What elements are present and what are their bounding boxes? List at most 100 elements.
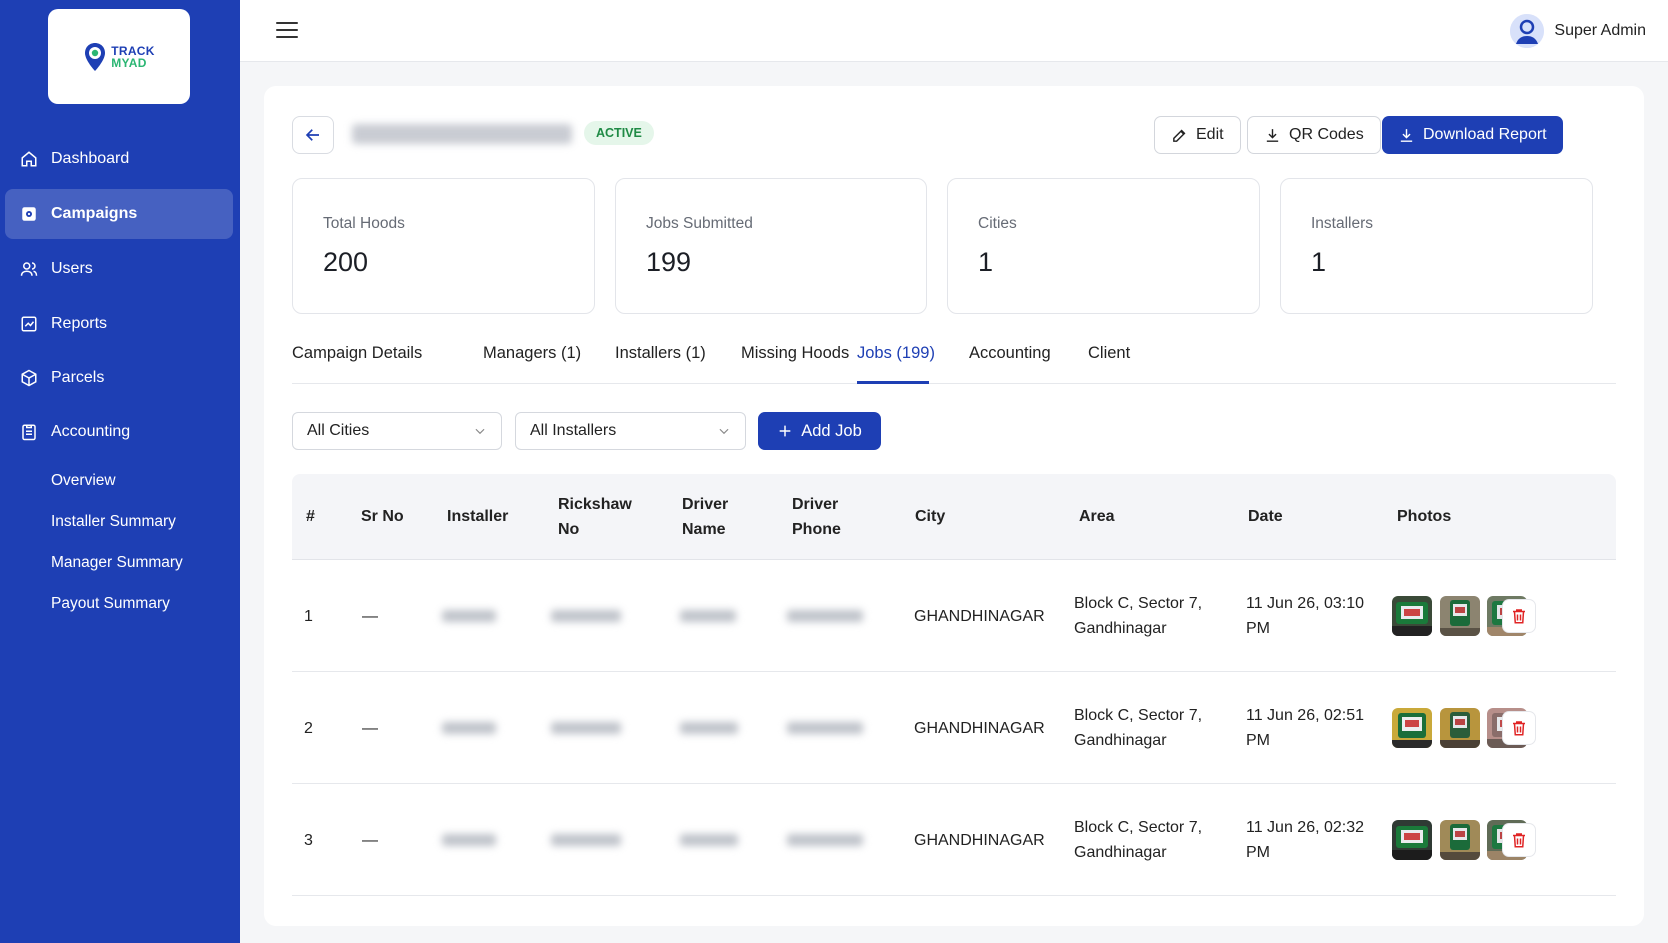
location-pin-icon xyxy=(85,42,106,71)
driver-phone-redacted xyxy=(787,610,863,622)
home-icon xyxy=(19,149,39,169)
user-menu[interactable]: Super Admin xyxy=(1510,14,1646,48)
edit-label: Edit xyxy=(1196,126,1224,143)
row-area-line2: Gandhinagar xyxy=(1074,620,1167,637)
photo-thumbnail[interactable] xyxy=(1440,820,1480,860)
row-city: GHANDHINAGAR xyxy=(914,832,1045,849)
tab-client[interactable]: Client xyxy=(1088,344,1130,363)
subnav-overview[interactable]: Overview xyxy=(51,472,116,490)
sidebar-item-users[interactable]: Users xyxy=(5,244,233,294)
photo-thumbnail[interactable] xyxy=(1440,708,1480,748)
city-filter-value: All Cities xyxy=(307,422,370,439)
campaign-title-redacted xyxy=(352,124,572,144)
sidebar-item-campaigns[interactable]: Campaigns xyxy=(5,189,233,239)
subnav-manager-summary[interactable]: Manager Summary xyxy=(51,554,183,572)
sidebar-item-label: Accounting xyxy=(51,423,131,440)
col-driver-name: Driver Name xyxy=(682,492,728,542)
stat-value: 1 xyxy=(1311,247,1327,277)
rickshaw-no-redacted xyxy=(551,722,621,734)
sidebar: TRACK MYAD Dashboard Campaigns Users Rep… xyxy=(0,0,240,943)
col-driver-phone: Driver Phone xyxy=(792,492,841,542)
menu-icon[interactable] xyxy=(276,22,298,40)
row-area-line2: Gandhinagar xyxy=(1074,844,1167,861)
tab-campaign-details[interactable]: Campaign Details xyxy=(292,344,422,363)
row-area-line1: Block C, Sector 7, xyxy=(1074,819,1203,836)
col-driver-phone-line2: Phone xyxy=(792,521,841,538)
driver-name-redacted xyxy=(680,834,738,846)
stat-label: Total Hoods xyxy=(323,215,405,232)
stat-cities: Cities 1 xyxy=(947,178,1260,314)
sidebar-item-label: Parcels xyxy=(51,369,105,386)
edit-button[interactable]: Edit xyxy=(1154,116,1241,154)
stat-label: Installers xyxy=(1311,215,1374,232)
topbar: Super Admin xyxy=(240,0,1668,62)
qr-codes-label: QR Codes xyxy=(1289,126,1364,143)
tab-installers[interactable]: Installers (1) xyxy=(615,344,706,363)
delete-button[interactable] xyxy=(1502,711,1536,745)
subnav-payout-summary[interactable]: Payout Summary xyxy=(51,595,170,613)
tab-bar: Campaign Details Managers (1) Installers… xyxy=(292,338,1616,384)
delete-button[interactable] xyxy=(1502,823,1536,857)
tab-managers[interactable]: Managers (1) xyxy=(483,344,581,363)
sidebar-item-dashboard[interactable]: Dashboard xyxy=(5,134,233,184)
add-job-label: Add Job xyxy=(801,421,862,440)
back-button[interactable] xyxy=(292,116,334,154)
row-sr-no: — xyxy=(362,720,378,737)
installer-redacted xyxy=(442,610,496,622)
qr-codes-button[interactable]: QR Codes xyxy=(1247,116,1381,154)
logo[interactable]: TRACK MYAD xyxy=(48,9,190,104)
tab-jobs[interactable]: Jobs (199) xyxy=(857,344,935,363)
row-num: 3 xyxy=(304,832,313,849)
installer-redacted xyxy=(442,722,496,734)
download-report-button[interactable]: Download Report xyxy=(1382,116,1563,154)
photo-thumbnail[interactable] xyxy=(1392,820,1432,860)
download-icon xyxy=(1266,128,1279,142)
rickshaw-no-redacted xyxy=(551,834,621,846)
col-area: Area xyxy=(1079,508,1115,525)
row-sr-no: — xyxy=(362,832,378,849)
logo-text: TRACK MYAD xyxy=(111,43,155,70)
row-num: 1 xyxy=(304,608,313,625)
row-area-line1: Block C, Sector 7, xyxy=(1074,595,1203,612)
col-city: City xyxy=(915,508,946,525)
driver-name-redacted xyxy=(680,610,736,622)
col-driver-name-line1: Driver xyxy=(682,496,729,513)
installer-redacted xyxy=(442,834,496,846)
users-icon xyxy=(19,259,39,279)
photo-thumbnail[interactable] xyxy=(1392,708,1432,748)
col-num: # xyxy=(306,508,315,525)
photo-thumbnail[interactable] xyxy=(1440,596,1480,636)
row-date-line1: 11 Jun 26, 02:32 xyxy=(1246,819,1365,836)
campaign-icon xyxy=(19,204,39,224)
sidebar-item-label: Campaigns xyxy=(51,205,138,222)
tab-accounting[interactable]: Accounting xyxy=(969,344,1051,363)
chevron-down-icon xyxy=(475,428,485,435)
download-icon xyxy=(1400,128,1413,142)
arrow-left-icon xyxy=(305,129,319,141)
row-date-line1: 11 Jun 26, 03:10 xyxy=(1246,595,1365,612)
plus-icon xyxy=(779,425,791,437)
campaign-card: ACTIVE Edit QR Codes Download Report Tot… xyxy=(264,86,1644,926)
trash-icon xyxy=(1513,609,1525,624)
chevron-down-icon xyxy=(719,428,729,435)
add-job-button[interactable]: Add Job xyxy=(758,412,881,450)
delete-button[interactable] xyxy=(1502,599,1536,633)
row-sr-no: — xyxy=(362,608,378,625)
trash-icon xyxy=(1513,721,1525,736)
user-name: Super Admin xyxy=(1554,22,1646,39)
table-row: 2 — GHANDHINAGAR Block C, Sector 7, Gand… xyxy=(292,673,1616,784)
avatar xyxy=(1510,14,1545,48)
stat-total-hoods: Total Hoods 200 xyxy=(292,178,595,314)
subnav-installer-summary[interactable]: Installer Summary xyxy=(51,513,176,531)
col-driver-name-line2: Name xyxy=(682,521,726,538)
sidebar-item-reports[interactable]: Reports xyxy=(5,299,233,349)
city-filter-select[interactable]: All Cities xyxy=(292,412,502,450)
sidebar-item-accounting[interactable]: Accounting xyxy=(5,407,233,457)
tab-missing-hoods[interactable]: Missing Hoods xyxy=(741,344,849,363)
stat-label: Jobs Submitted xyxy=(646,215,753,232)
stat-value: 200 xyxy=(323,247,369,277)
installer-filter-select[interactable]: All Installers xyxy=(515,412,746,450)
sidebar-item-parcels[interactable]: Parcels xyxy=(5,353,233,403)
row-area-line2: Gandhinagar xyxy=(1074,732,1167,749)
photo-thumbnail[interactable] xyxy=(1392,596,1432,636)
